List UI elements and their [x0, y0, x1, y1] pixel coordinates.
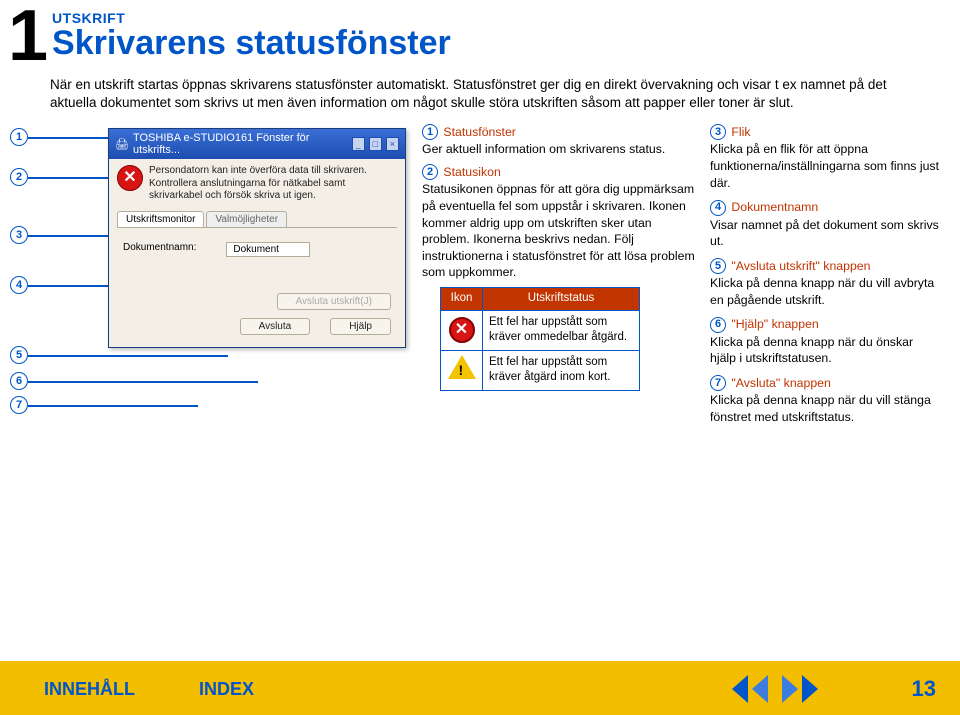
prev-page-icon[interactable] [732, 675, 748, 703]
explain-item-2: 2 Statusikon Statusikonen öppnas för att… [422, 164, 696, 281]
right-column: 3 Flik Klicka på en flik för att öppna f… [710, 124, 940, 434]
item-3-body: Klicka på en flik för att öppna funktion… [710, 141, 940, 191]
item-6-body: Klicka på denna knapp när du önskar hjäl… [710, 334, 940, 367]
leader-line [28, 137, 114, 139]
help-button[interactable]: Hjälp [330, 318, 391, 335]
circled-4: 4 [710, 200, 726, 216]
document-name-row: Dokumentnamn: Dokument [117, 228, 397, 267]
table-head-status: Utskriftstatus [483, 288, 640, 311]
callout-5: 5 [10, 346, 28, 364]
dialog-title-text: TOSHIBA e-STUDIO161 Fönster för utskrift… [133, 132, 344, 156]
callout-3: 3 [10, 226, 28, 244]
maximize-icon[interactable]: □ [369, 137, 382, 151]
intro-paragraph: När en utskrift startas öppnas skrivaren… [0, 66, 930, 120]
header-row: 1 UTSKRIFT Skrivarens statusfönster [0, 0, 960, 66]
error-icon: ✕ [449, 317, 475, 343]
document-name-label: Dokumentnamn: [123, 242, 196, 257]
callout-7: 7 [10, 396, 28, 414]
contents-link[interactable]: INNEHÅLL [44, 679, 135, 700]
explain-item-1: 1 Statusfönster Ger aktuell information … [422, 124, 696, 158]
item-1-body: Ger aktuell information om skrivarens st… [422, 141, 696, 158]
middle-column: 1 Statusfönster Ger aktuell information … [422, 124, 696, 434]
circled-1: 1 [422, 124, 438, 140]
callout-2: 2 [10, 168, 28, 186]
explain-item-5: 5 "Avsluta utskrift" knappen Klicka på d… [710, 258, 940, 309]
tab-print-monitor[interactable]: Utskriftsmonitor [117, 211, 204, 227]
close-icon[interactable]: × [386, 137, 399, 151]
printer-status-dialog: 🖨 TOSHIBA e-STUDIO161 Fönster för utskri… [108, 128, 406, 348]
explain-item-3: 3 Flik Klicka på en flik för att öppna f… [710, 124, 940, 191]
circled-2: 2 [422, 164, 438, 180]
document-name-value: Dokument [226, 242, 310, 257]
circled-7: 7 [710, 375, 726, 391]
table-head-icon: Ikon [441, 288, 483, 311]
icon-status-table: Ikon Utskriftstatus ✕ Ett fel har uppstå… [440, 287, 640, 391]
item-1-heading: Statusfönster [443, 125, 515, 139]
item-5-heading: "Avsluta utskrift" knappen [731, 259, 870, 273]
minimize-icon[interactable]: _ [352, 137, 365, 151]
item-3-heading: Flik [731, 125, 750, 139]
page-nav [732, 675, 818, 703]
circled-5: 5 [710, 258, 726, 274]
section-number: 1 [4, 8, 52, 66]
page-footer: INNEHÅLL INDEX 13 [0, 661, 960, 715]
callout-6: 6 [10, 372, 28, 390]
table-row: ✕ Ett fel har uppstått som kräver ommede… [441, 310, 640, 350]
next-page-icon[interactable] [782, 675, 798, 703]
item-5-body: Klicka på denna knapp när du vill avbryt… [710, 275, 940, 308]
item-4-body: Visar namnet på det dokument som skrivs … [710, 217, 940, 250]
tab-options[interactable]: Valmöjligheter [206, 211, 287, 227]
page-title: Skrivarens statusfönster [52, 24, 451, 63]
warning-icon [448, 355, 476, 379]
callout-4: 4 [10, 276, 28, 294]
explain-item-7: 7 "Avsluta" knappen Klicka på denna knap… [710, 375, 940, 426]
index-link[interactable]: INDEX [199, 679, 254, 700]
item-7-heading: "Avsluta" knappen [731, 376, 830, 390]
next-page-icon[interactable] [802, 675, 818, 703]
circled-6: 6 [710, 317, 726, 333]
table-row-2-text: Ett fel har uppstått som kräver åtgärd i… [483, 350, 640, 390]
explain-item-4: 4 Dokumentnamn Visar namnet på det dokum… [710, 199, 940, 250]
content-columns: 1 2 3 4 5 6 7 🖨 TOSHIBA e-STUDIO161 Föns… [0, 120, 960, 434]
leader-line [28, 177, 120, 179]
item-2-heading: Statusikon [443, 165, 500, 179]
dialog-message-text: Persondatorn kan inte överföra data till… [149, 165, 397, 203]
table-row: Ett fel har uppstått som kräver åtgärd i… [441, 350, 640, 390]
item-2-body: Statusikonen öppnas för att göra dig upp… [422, 181, 696, 281]
table-row-1-text: Ett fel har uppstått som kräver ommedelb… [483, 310, 640, 350]
leader-line [28, 405, 198, 407]
item-6-heading: "Hjälp" knappen [731, 317, 818, 331]
leader-line [28, 381, 258, 383]
dialog-tabs: Utskriftsmonitor Valmöjligheter [117, 211, 397, 228]
leader-line [28, 355, 228, 357]
error-icon: ✕ [117, 165, 143, 191]
cancel-print-button[interactable]: Avsluta utskrift(J) [277, 293, 392, 310]
explain-item-6: 6 "Hjälp" knappen Klicka på denna knapp … [710, 316, 940, 367]
item-7-body: Klicka på denna knapp när du vill stänga… [710, 392, 940, 425]
circled-3: 3 [710, 124, 726, 140]
printer-icon: 🖨 [115, 138, 129, 151]
close-button[interactable]: Avsluta [240, 318, 311, 335]
diagram-area: 1 2 3 4 5 6 7 🖨 TOSHIBA e-STUDIO161 Föns… [8, 124, 408, 434]
page-number: 13 [912, 676, 936, 702]
item-4-heading: Dokumentnamn [731, 200, 818, 214]
callout-1: 1 [10, 128, 28, 146]
dialog-message-row: ✕ Persondatorn kan inte överföra data ti… [117, 165, 397, 203]
prev-page-icon[interactable] [752, 675, 768, 703]
dialog-titlebar: 🖨 TOSHIBA e-STUDIO161 Fönster för utskri… [109, 129, 405, 159]
page-body: 1 UTSKRIFT Skrivarens statusfönster När … [0, 0, 960, 661]
